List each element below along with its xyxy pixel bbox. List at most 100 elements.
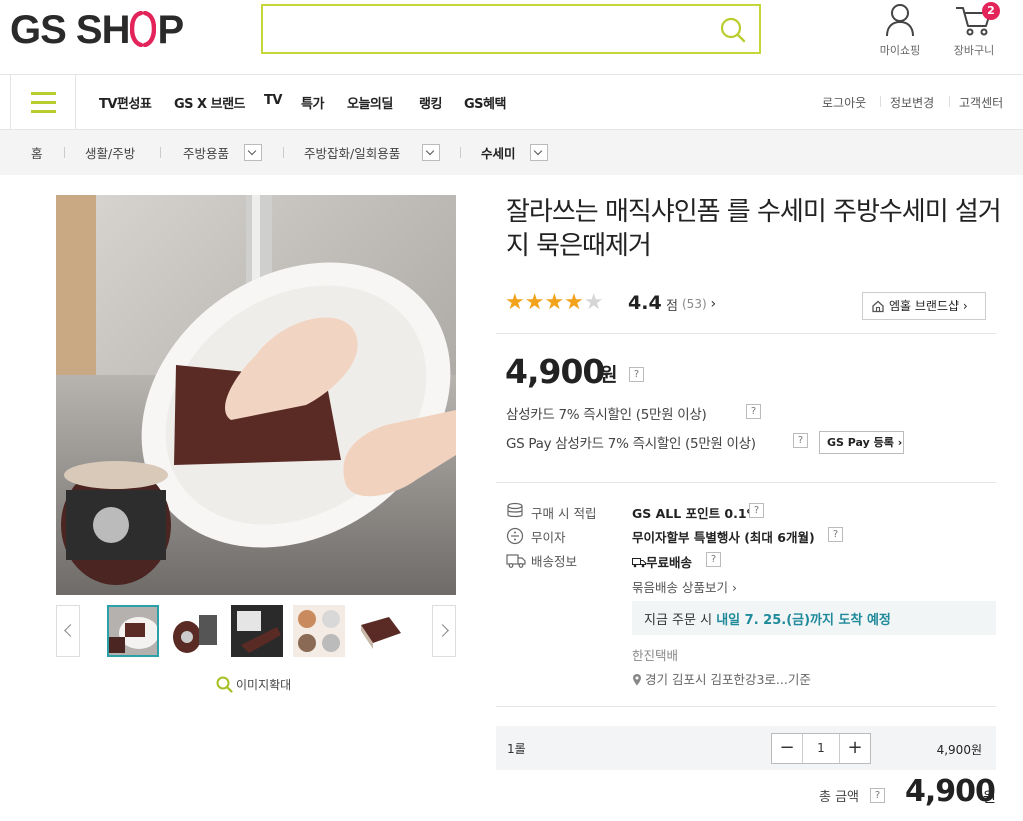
home-icon <box>872 300 884 313</box>
interest-help-icon[interactable]: ? <box>828 527 843 542</box>
coin-stack-icon <box>507 502 523 518</box>
thumbnail-image <box>293 605 345 657</box>
image-zoom-button[interactable]: 이미지확대 <box>216 676 291 693</box>
breadcrumb-divider <box>160 147 161 158</box>
person-icon <box>886 4 914 37</box>
total-label: 총 금액 <box>819 790 860 805</box>
price-help-icon[interactable]: ? <box>629 367 644 382</box>
brandshop-button[interactable]: 엠홀 브랜드샵 › <box>862 292 986 320</box>
logo-text: GS SH <box>10 8 130 52</box>
breadcrumb-kitchen-goods[interactable]: 주방용품 <box>183 143 229 162</box>
breadcrumb-dropdown-button[interactable] <box>530 144 548 161</box>
gspay-register-label: GS Pay 등록 <box>827 436 894 449</box>
rating-unit: 점 <box>666 299 678 314</box>
selected-option-row: 1롤 − 1 + 4,900원 <box>496 726 996 770</box>
stars-filled: ★★★★ <box>505 290 584 315</box>
interest-value: 무이자할부 특별행사 (최대 6개월) <box>632 530 815 545</box>
thumbnail-image <box>107 605 159 657</box>
total-help-icon[interactable]: ? <box>870 788 885 803</box>
thumbnail-1[interactable] <box>107 605 159 657</box>
arrival-date: 내일 7. 25.(금)까지 도착 예정 <box>716 613 891 628</box>
thumbnail-4[interactable] <box>293 605 345 657</box>
discount-help-icon[interactable]: ? <box>746 404 761 419</box>
logout-link[interactable]: 로그아웃 <box>822 94 866 111</box>
nav-item-gs-x-brand[interactable]: GS X 브랜드 <box>174 93 246 112</box>
rating-score: 4.4 <box>628 292 662 314</box>
thumbnail-3[interactable] <box>231 605 283 657</box>
review-count-link[interactable]: (53) › <box>682 296 716 312</box>
option-label: 1롤 <box>507 742 526 756</box>
thumbnail-next-button[interactable] <box>432 605 456 657</box>
menu-bar-icon <box>31 101 56 104</box>
gspay-register-button[interactable]: GS Pay 등록 › <box>819 431 904 454</box>
points-help-icon[interactable]: ? <box>749 503 764 518</box>
nav-item-ranking[interactable]: 랭킹 <box>419 93 442 112</box>
qty-plus-button[interactable]: + <box>839 734 870 763</box>
interest-free-icon <box>506 527 524 545</box>
section-divider <box>496 333 996 334</box>
product-price: 4,900 <box>505 352 605 391</box>
bundle-shipping-link[interactable]: 묶음배송 상품보기 › <box>632 577 737 596</box>
points-value: GS ALL 포인트 0.1% <box>632 506 760 521</box>
review-count: (53) <box>682 297 707 311</box>
breadcrumb-home[interactable]: 홈 <box>31 143 43 162</box>
site-header: GS SH P 마이쇼핑 장바구니 2 <box>0 0 1023 75</box>
ship-origin: 경기 김포시 김포한강3로...기준 <box>645 672 811 687</box>
product-main-image[interactable] <box>56 195 456 595</box>
nav-item-schedule[interactable]: TV편성표 <box>99 93 152 112</box>
stars-empty: ★ <box>583 290 604 315</box>
breadcrumb-divider <box>460 147 461 158</box>
delivery-value: 무료배송 <box>646 555 693 570</box>
qty-minus-button[interactable]: − <box>772 734 803 763</box>
card-discount-text: 삼성카드 7% 즉시할인 (5만원 이상) <box>506 407 707 423</box>
delivery-label: 배송정보 <box>531 554 578 569</box>
option-price: 4,900원 <box>936 743 982 757</box>
mypage-button[interactable]: 마이쇼핑 <box>870 2 930 58</box>
total-unit: 원 <box>983 790 996 806</box>
breadcrumb-divider <box>283 147 284 158</box>
free-shipping-truck-icon <box>632 558 646 568</box>
nav-item-tv[interactable]: TV <box>264 93 282 108</box>
breadcrumb-scrubber[interactable]: 수세미 <box>481 143 516 162</box>
menu-bar-icon <box>31 110 56 113</box>
courier-name: 한진택배 <box>632 648 679 663</box>
hamburger-menu-button[interactable] <box>10 75 76 130</box>
breadcrumb-dropdown-button[interactable] <box>244 144 262 161</box>
logo-suffix: P <box>157 8 184 52</box>
nav-item-special[interactable]: 특가 <box>301 93 324 112</box>
breadcrumb-dropdown-button[interactable] <box>422 144 440 161</box>
customer-center-link[interactable]: 고객센터 <box>959 94 1003 111</box>
thumbnail-2[interactable] <box>169 605 221 657</box>
truck-icon <box>506 554 526 568</box>
edit-info-link[interactable]: 정보변경 <box>890 94 934 111</box>
logo-o-mark <box>130 10 157 48</box>
ship-origin-link[interactable]: 경기 김포시 김포한강3로...기준 <box>632 669 811 688</box>
main-nav: TV편성표 GS X 브랜드 TV 특가 오늘의딜 랭킹 GS혜택 로그아웃 정… <box>0 75 1023 130</box>
thumbnail-image <box>169 605 221 657</box>
nav-item-gs-benefit[interactable]: GS혜택 <box>464 93 506 112</box>
quantity-stepper: − 1 + <box>771 733 871 764</box>
mypage-label: 마이쇼핑 <box>879 44 921 57</box>
thumbnail-prev-button[interactable] <box>56 605 80 657</box>
section-divider <box>496 706 996 707</box>
breadcrumb-living-kitchen[interactable]: 생활/주방 <box>85 143 135 162</box>
gs-shop-logo[interactable]: GS SH P <box>10 8 184 52</box>
cart-button[interactable]: 장바구니 2 <box>944 2 1004 58</box>
breadcrumb-kitchen-misc[interactable]: 주방잡화/일회용품 <box>304 143 400 162</box>
arrival-prefix: 지금 주문 시 <box>644 613 713 628</box>
points-label: 구매 시 적립 <box>531 506 597 521</box>
total-price: 4,900 <box>905 774 996 809</box>
delivery-help-icon[interactable]: ? <box>706 552 721 567</box>
nav-item-todays-deal[interactable]: 오늘의딜 <box>347 93 393 112</box>
zoom-icon <box>216 676 233 693</box>
gspay-discount-text: GS Pay 삼성카드 7% 즉시할인 (5만원 이상) <box>506 436 756 452</box>
qty-input[interactable]: 1 <box>803 734 839 763</box>
search-input[interactable] <box>261 4 761 54</box>
util-divider <box>949 96 950 107</box>
search-icon[interactable] <box>719 16 747 44</box>
thumbnail-5[interactable] <box>355 605 407 657</box>
menu-bar-icon <box>31 92 56 95</box>
chevron-right-icon: › <box>897 436 903 449</box>
product-title: 잘라쓰는 매직샤인폼 를 수세미 주방수세미 설거지 묵은때제거 <box>506 197 1002 261</box>
gspay-help-icon[interactable]: ? <box>793 433 808 448</box>
